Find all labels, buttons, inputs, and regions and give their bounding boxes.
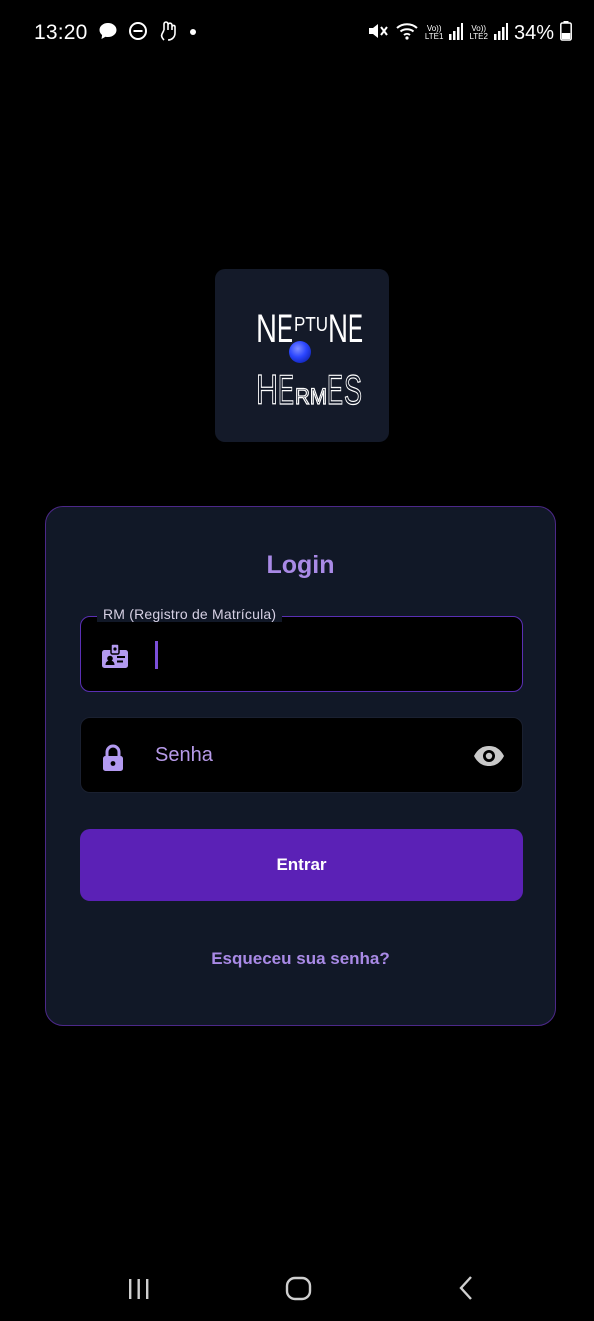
lock-icon [101,744,125,777]
logo-letters-rm: RM [295,384,327,409]
status-bar: 13:20 Vo)) LTE1 Vo)) LTE2 34% [0,0,594,64]
eye-icon[interactable] [472,744,506,773]
wifi-icon [395,21,419,46]
gesture-icon [158,20,178,47]
app-logo: N E PTU N E H E RM E S [215,269,389,442]
sim2-label: Vo)) LTE2 [469,24,488,41]
forgot-password-link[interactable]: Esqueceu sua senha? [46,949,555,969]
home-icon[interactable] [283,1270,315,1311]
battery-icon [560,20,572,46]
submit-button[interactable]: Entrar [80,829,523,901]
logo-letters-ptu: PTU [294,314,328,336]
logo-letter-n: N [256,307,277,351]
logo-letter-e3: E [278,366,294,413]
signal-icon [493,22,508,45]
badge-icon [101,643,129,674]
logo-letter-e2: E [348,307,363,351]
mute-icon [367,21,389,46]
sim1-label: Vo)) LTE1 [424,24,444,41]
logo-letter-n2: N [328,307,348,351]
do-not-disturb-icon [128,21,148,46]
rm-input[interactable] [155,617,455,691]
navigation-bar [0,1262,594,1321]
password-field[interactable] [80,717,523,793]
signal-icon [449,22,464,45]
login-title: Login [266,551,335,579]
planet-icon [289,341,311,363]
notification-dot-icon [188,24,198,42]
battery-percentage: 34% [513,21,554,44]
recent-apps-icon[interactable] [124,1270,154,1311]
logo-letter-h: H [256,366,278,413]
logo-letter-s: S [344,366,362,413]
password-input[interactable] [155,718,455,792]
logo-letter-e: E [277,307,293,351]
login-card: Login RM (Registro de Matrícula) Entrar … [45,506,556,1026]
rm-field[interactable]: RM (Registro de Matrícula) [80,606,523,692]
logo-letter-e4: E [327,366,343,413]
back-icon[interactable] [452,1270,482,1311]
status-time: 13:20 [34,21,88,44]
message-icon [98,21,118,46]
neptune-hermes-logo-icon: N E PTU N E H E RM E S [255,307,363,414]
